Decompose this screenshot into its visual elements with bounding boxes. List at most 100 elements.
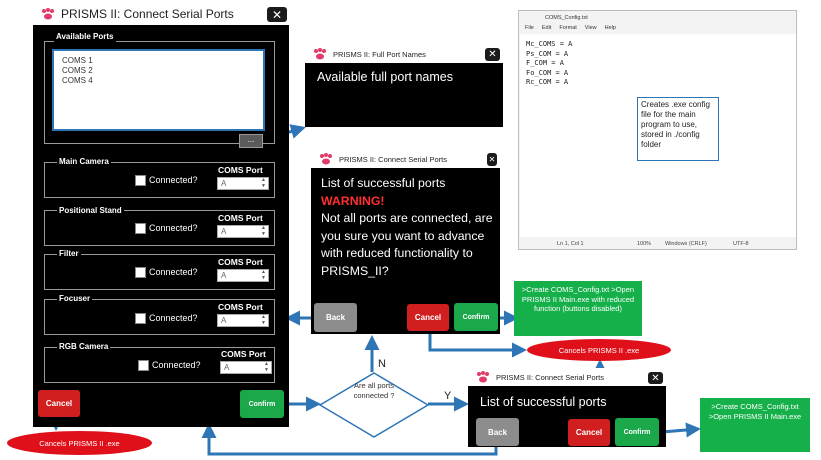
config-line: F_COM = A	[526, 59, 564, 67]
arrow-success-confirm	[661, 422, 701, 438]
success-body: List of successful ports	[480, 395, 607, 409]
arrow-warning-cancel	[428, 333, 527, 358]
list-item[interactable]: COMS 1	[62, 56, 263, 66]
list-item[interactable]: COMS 2	[62, 66, 263, 76]
available-ports-label: Available Ports	[54, 32, 116, 42]
spinner-arrows-icon[interactable]: ▲ ▼	[261, 225, 266, 237]
full-port-body: Available full port names	[317, 70, 453, 84]
device-label: Filter	[57, 249, 81, 259]
main-window: PRISMS II: Connect Serial Ports ✕ Availa…	[33, 3, 289, 427]
notepad-menu: File Edit Format View Help	[525, 25, 616, 31]
checkbox-icon[interactable]	[135, 267, 146, 278]
coms-port-label: COMS Port	[218, 257, 263, 267]
full-port-names-window: PRISMS II: Full Port Names ✕ Available f…	[305, 45, 503, 127]
paw-icon	[477, 371, 489, 383]
coms-port-label: COMS Port	[221, 349, 266, 359]
outcome-reduced-box: >Create COMS_Config.txt >Open PRISMS II …	[514, 281, 642, 336]
terminal-cancel-main: Cancels PRISMS II .exe	[7, 431, 152, 455]
config-note: Creates .exe config file for the main pr…	[637, 97, 719, 161]
coms-port-label: COMS Port	[218, 302, 263, 312]
decision-no-label: N	[378, 358, 386, 370]
status-line-ending: Windows (CRLF)	[665, 241, 707, 247]
status-encoding: UTF-8	[733, 241, 749, 247]
outcome-full-text: >Create COMS_Config.txt >Open PRISMS II …	[708, 402, 802, 421]
coms-port-spinner[interactable]: A ▲ ▼	[217, 177, 269, 190]
terminal-cancel-warning: Cancels PRISMS II .exe	[527, 339, 671, 361]
checkbox-label: Connected?	[149, 223, 198, 233]
checkbox-label: Connected?	[149, 267, 198, 277]
paw-icon	[314, 48, 326, 60]
checkbox-icon[interactable]	[135, 313, 146, 324]
warning-title: PRISMS II: Connect Serial Ports	[339, 154, 447, 164]
device-label: RGB Camera	[57, 342, 111, 352]
coms-port-label: COMS Port	[218, 213, 263, 223]
spinner-value: A	[221, 271, 227, 280]
cancel-button[interactable]: Cancel	[568, 419, 610, 446]
checkbox-label: Connected?	[152, 360, 201, 370]
menu-item-edit[interactable]: Edit	[542, 25, 551, 31]
back-button[interactable]: Back	[314, 303, 357, 332]
spinner-value: A	[224, 363, 230, 372]
device-label: Main Camera	[57, 157, 111, 167]
coms-port-spinner[interactable]: A ▲ ▼	[217, 225, 269, 238]
notepad-title: COMS_Config.txt	[545, 15, 588, 21]
checkbox-icon[interactable]	[138, 360, 149, 371]
spinner-arrows-icon[interactable]: ▲ ▼	[261, 177, 266, 189]
back-button[interactable]: Back	[476, 418, 519, 446]
close-icon[interactable]: ✕	[648, 372, 663, 384]
decision-text: Are all ports connected ?	[353, 381, 395, 400]
menu-item-help[interactable]: Help	[605, 25, 616, 31]
confirm-button[interactable]: Confirm	[240, 390, 284, 418]
menu-item-view[interactable]: View	[585, 25, 597, 31]
warning-content: List of successful ports WARNING! Not al…	[321, 175, 496, 280]
close-icon[interactable]: ✕	[487, 153, 497, 166]
spinner-arrows-icon[interactable]: ▲ ▼	[264, 361, 269, 373]
warning-heading: WARNING!	[321, 193, 385, 208]
status-zoom: 100%	[637, 241, 652, 247]
outcome-reduced-text: >Create COMS_Config.txt >Open PRISMS II …	[521, 285, 635, 313]
warning-window: PRISMS II: Connect Serial Ports ✕ List o…	[311, 150, 500, 334]
warning-line1: List of successful ports	[321, 176, 446, 190]
config-line: Mc_COMS = A	[526, 40, 573, 48]
list-item[interactable]: COMS 4	[62, 76, 263, 86]
success-title: PRISMS II: Connect Serial Ports	[496, 372, 604, 382]
main-titlebar: PRISMS II: Connect Serial Ports	[33, 3, 289, 25]
config-line: Fo_COM = A	[526, 68, 569, 77]
success-window: PRISMS II: Connect Serial Ports ✕ List o…	[468, 368, 666, 447]
menu-item-format[interactable]: Format	[559, 25, 576, 31]
close-icon[interactable]: ✕	[485, 48, 500, 61]
spinner-value: A	[221, 179, 227, 188]
success-titlebar: PRISMS II: Connect Serial Ports	[468, 368, 666, 386]
checkbox-icon[interactable]	[135, 223, 146, 234]
coms-port-spinner[interactable]: A ▲ ▼	[217, 314, 269, 327]
warning-titlebar: PRISMS II: Connect Serial Ports	[311, 150, 500, 168]
paw-icon	[320, 153, 332, 165]
outcome-full-box: >Create COMS_Config.txt >Open PRISMS II …	[700, 398, 810, 452]
more-ports-button[interactable]: ...	[239, 134, 263, 148]
confirm-button[interactable]: Confirm	[454, 303, 498, 331]
spinner-arrows-icon[interactable]: ▲ ▼	[261, 269, 266, 281]
notepad-statusbar: Ln 1, Col 1 100% Windows (CRLF) UTF-8	[519, 238, 796, 250]
cancel-button[interactable]: Cancel	[407, 304, 449, 331]
checkbox-label: Connected?	[149, 313, 198, 323]
full-port-title: PRISMS II: Full Port Names	[333, 49, 426, 59]
close-icon[interactable]: ✕	[267, 7, 287, 22]
coms-port-label: COMS Port	[218, 165, 263, 175]
coms-port-spinner[interactable]: A ▲ ▼	[220, 361, 272, 374]
main-title: PRISMS II: Connect Serial Ports	[61, 7, 234, 21]
cancel-button[interactable]: Cancel	[38, 390, 80, 417]
checkbox-icon[interactable]	[135, 175, 146, 186]
status-position: Ln 1, Col 1	[557, 241, 584, 247]
checkbox-label: Connected?	[149, 175, 198, 185]
coms-port-spinner[interactable]: A ▲ ▼	[217, 269, 269, 282]
confirm-button[interactable]: Confirm	[615, 418, 659, 446]
port-list[interactable]: COMS 1 COMS 2 COMS 4	[52, 49, 265, 131]
config-line: Ps_COM = A	[526, 49, 569, 58]
warning-message: Not all ports are connected, are you sur…	[321, 211, 493, 278]
decision-yes-label: Y	[444, 390, 452, 402]
paw-icon	[42, 8, 54, 20]
spinner-arrows-icon[interactable]: ▲ ▼	[261, 314, 266, 326]
menu-item-file[interactable]: File	[525, 25, 534, 31]
device-label: Positional Stand	[57, 206, 124, 216]
full-port-titlebar: PRISMS II: Full Port Names	[305, 45, 503, 63]
